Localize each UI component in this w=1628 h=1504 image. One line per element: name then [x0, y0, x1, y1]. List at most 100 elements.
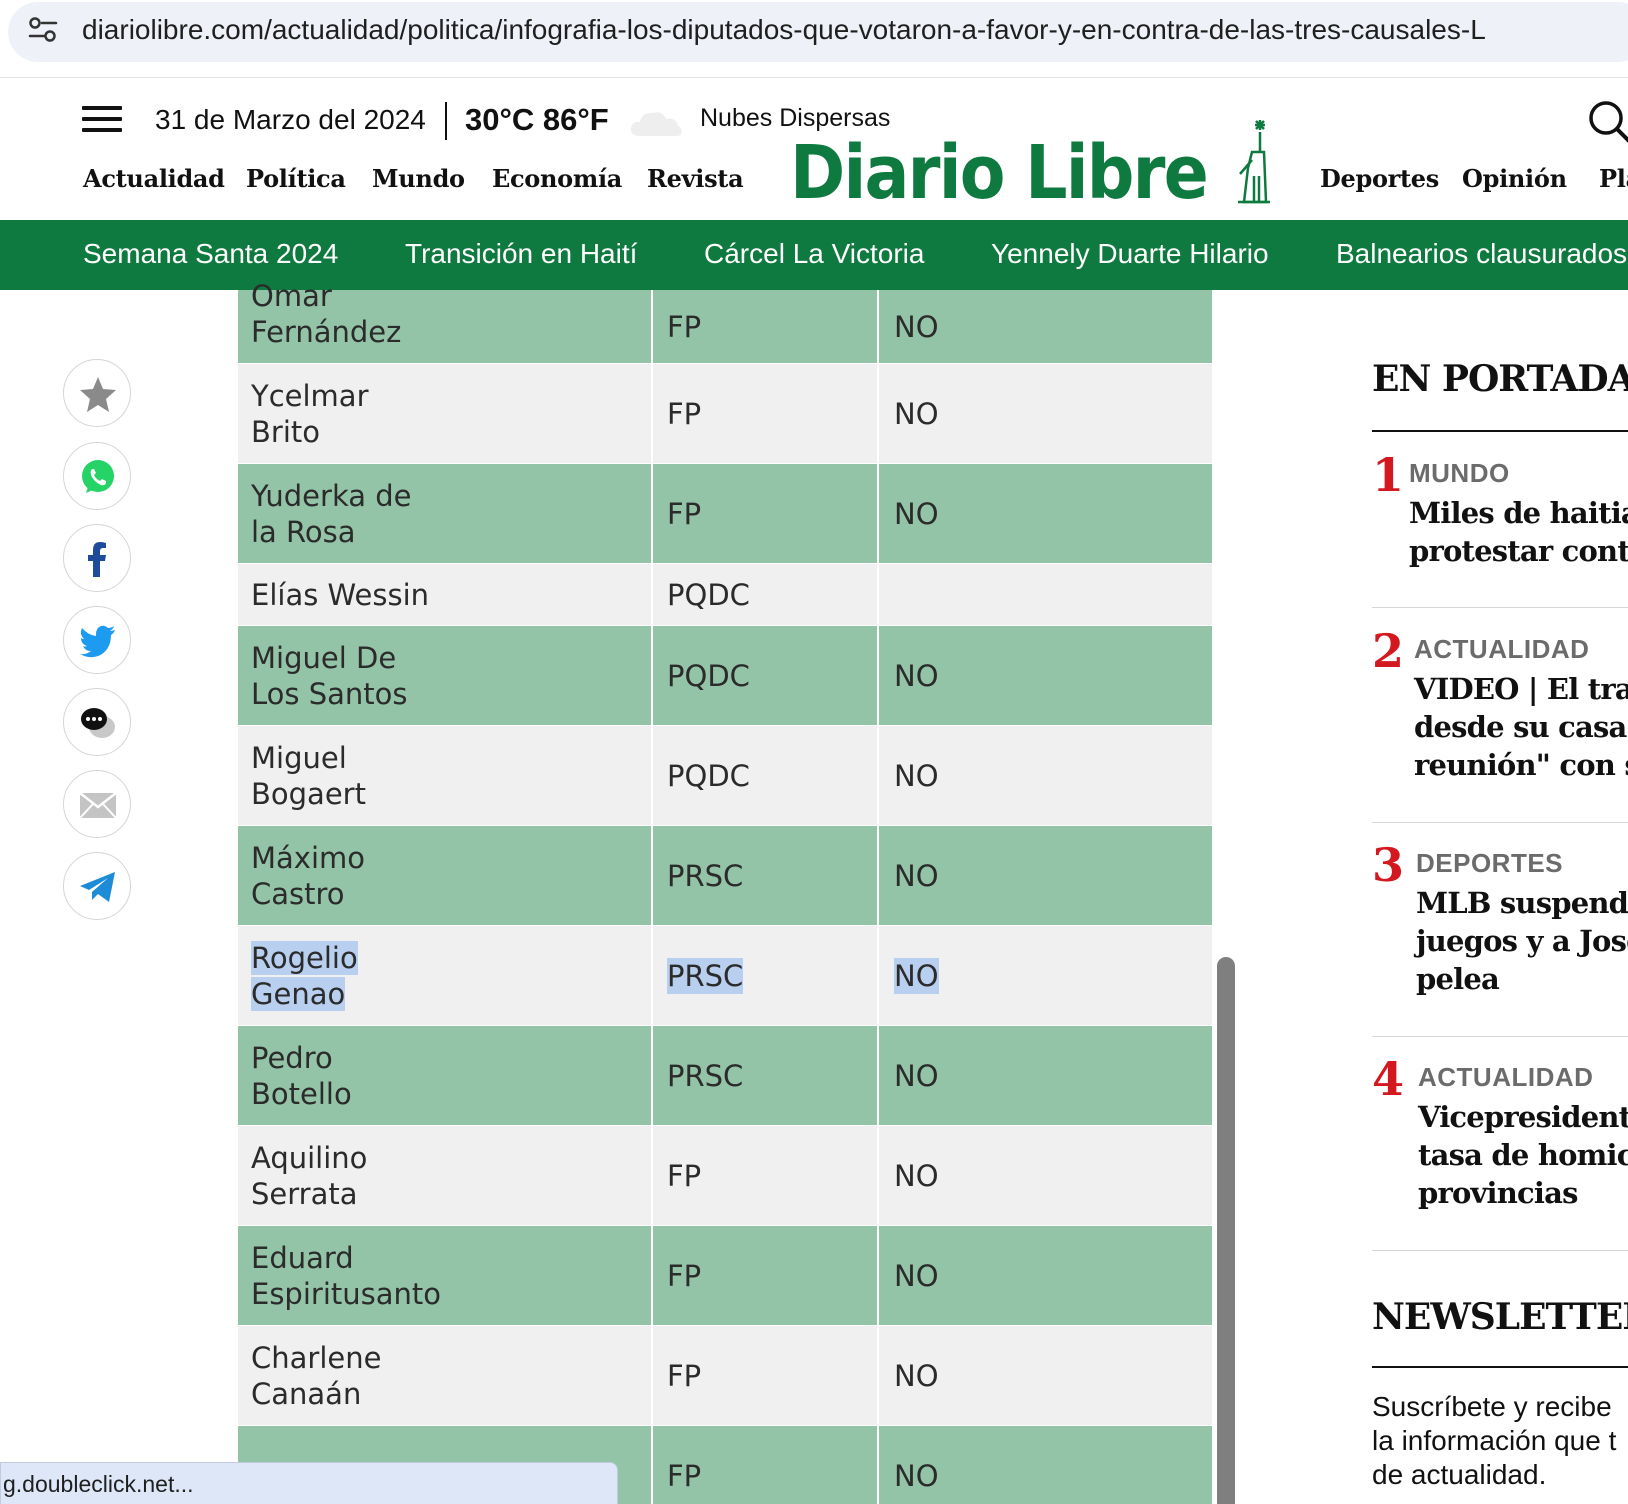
name-cell: Pedro Botello	[238, 1026, 653, 1125]
vote-cell: NO	[879, 626, 1212, 725]
story-3-category[interactable]: DEPORTES	[1416, 848, 1563, 879]
story-1-line-1: Miles de haitian	[1409, 496, 1628, 530]
party-text: PQDC	[667, 658, 750, 693]
vote-cell: NO	[879, 1026, 1212, 1125]
search-icon[interactable]	[1588, 100, 1628, 146]
vote-cell: NO	[879, 926, 1212, 1025]
party-cell: PRSC	[653, 1026, 879, 1125]
table-row: Omar Fernández FP NO	[238, 279, 1212, 364]
whatsapp-button[interactable]	[63, 442, 131, 510]
name-line: Yuderka de	[251, 478, 412, 513]
table-row: Pedro Botello PRSC NO	[238, 1026, 1212, 1126]
vote-cell: NO	[879, 1126, 1212, 1225]
twitter-icon	[80, 625, 115, 658]
page: diariolibre.com/actualidad/politica/info…	[0, 0, 1628, 1504]
header-temperature: 30°C 86°F	[465, 102, 609, 137]
portada-title: EN PORTADA	[1372, 358, 1628, 400]
story-divider	[1372, 607, 1628, 608]
topic-yennely[interactable]: Yennely Duarte Hilario	[991, 238, 1269, 270]
party-text: PQDC	[667, 758, 750, 793]
vote-text: NO	[894, 957, 939, 994]
story-3-headline[interactable]: MLB suspende juegos y a José pelea	[1416, 884, 1628, 998]
site-settings-icon[interactable]	[28, 16, 58, 44]
nav-deportes[interactable]: Deportes	[1320, 164, 1439, 193]
telegram-icon	[80, 872, 115, 902]
favorite-button[interactable]	[63, 359, 131, 427]
vote-text: NO	[894, 658, 939, 693]
topic-haiti[interactable]: Transición en Haití	[405, 238, 637, 270]
nav-more[interactable]: Pla	[1599, 164, 1628, 193]
facebook-button[interactable]	[63, 524, 131, 592]
story-2-headline[interactable]: VIDEO | El tray desde su casa h reunión"…	[1414, 670, 1628, 784]
party-cell: FP	[653, 364, 879, 463]
name-line: Castro	[251, 876, 345, 911]
nav-opinion[interactable]: Opinión	[1462, 164, 1567, 193]
story-4-line-3: provincias	[1418, 1176, 1578, 1210]
party-cell: FP	[653, 290, 879, 363]
party-cell: FP	[653, 1426, 879, 1504]
vote-cell: NO	[879, 1226, 1212, 1325]
story-1-headline[interactable]: Miles de haitian protestar contr	[1409, 494, 1628, 570]
name-line: Rogelio	[251, 940, 358, 975]
twitter-button[interactable]	[63, 606, 131, 674]
votes-table: Omar Fernández FP NO Ycelmar Brito FP NO Yuderka…	[238, 279, 1212, 1504]
table-row: Charlene Canaán FP NO	[238, 1326, 1212, 1426]
comments-button[interactable]	[63, 688, 131, 756]
scrollbar-thumb[interactable]	[1217, 957, 1235, 1504]
topic-balnearios[interactable]: Balnearios clausurados	[1336, 238, 1627, 270]
name-line: Canaán	[251, 1376, 362, 1411]
party-text: FP	[667, 1358, 702, 1393]
header-weather: Nubes Dispersas	[700, 104, 891, 132]
vote-cell: NO	[879, 290, 1212, 363]
story-2-line-3: reunión" con su	[1414, 748, 1628, 782]
topic-semana-santa[interactable]: Semana Santa 2024	[83, 238, 338, 270]
name-line: Brito	[251, 414, 320, 449]
email-button[interactable]	[63, 770, 131, 838]
nav-actualidad[interactable]: Actualidad	[83, 164, 225, 193]
story-2-line-1: VIDEO | El tray	[1414, 672, 1628, 706]
telegram-button[interactable]	[63, 852, 131, 920]
vote-cell: NO	[879, 1326, 1212, 1425]
story-4-line-1: Vicepresidenta	[1418, 1100, 1628, 1134]
story-divider	[1372, 1036, 1628, 1037]
nav-revista[interactable]: Revista	[647, 164, 744, 193]
vote-text: NO	[894, 758, 939, 793]
vote-text: NO	[894, 496, 939, 531]
name-cell: Ycelmar Brito	[238, 364, 653, 463]
topic-carcel[interactable]: Cárcel La Victoria	[704, 238, 924, 270]
party-cell: FP	[653, 1226, 879, 1325]
table-row: Rogelio Genao PRSC NO	[238, 926, 1212, 1026]
nav-mundo[interactable]: Mundo	[372, 164, 465, 193]
name-line: Omar	[251, 278, 332, 313]
story-2-category[interactable]: ACTUALIDAD	[1414, 634, 1589, 665]
name-line: Pedro	[251, 1040, 333, 1075]
menu-icon[interactable]	[82, 106, 122, 136]
topics-bar: Semana Santa 2024 Transición en Haití Cá…	[0, 220, 1628, 290]
whatsapp-icon	[82, 460, 114, 493]
vote-text: NO	[894, 1058, 939, 1093]
logo-figure-icon	[1238, 120, 1270, 204]
url-text[interactable]: diariolibre.com/actualidad/politica/info…	[82, 14, 1486, 46]
name-line: Eduard	[251, 1240, 354, 1275]
address-bar: diariolibre.com/actualidad/politica/info…	[0, 0, 1628, 78]
story-1-line-2: protestar contr	[1409, 534, 1628, 568]
portada-rule	[1372, 430, 1628, 432]
vote-text: NO	[894, 858, 939, 893]
table-row: Eduard Espiritusanto FP NO	[238, 1226, 1212, 1326]
vote-text: NO	[894, 1458, 939, 1493]
story-4-category[interactable]: ACTUALIDAD	[1418, 1062, 1593, 1093]
name-cell: Máximo Castro	[238, 826, 653, 925]
story-4-headline[interactable]: Vicepresidenta tasa de homici provincias	[1418, 1098, 1628, 1212]
name-line: Espiritusanto	[251, 1276, 442, 1311]
name-line: la Rosa	[251, 514, 356, 549]
story-divider	[1372, 1250, 1628, 1251]
site-logo[interactable]: Diario Libre	[790, 136, 1209, 210]
nav-politica[interactable]: Política	[246, 164, 346, 193]
party-cell: FP	[653, 1326, 879, 1425]
header-divider	[445, 102, 447, 140]
story-1-number: 1	[1372, 448, 1405, 502]
nav-economia[interactable]: Economía	[492, 164, 622, 193]
name-line: Los Santos	[251, 676, 408, 711]
name-cell: Miguel De Los Santos	[238, 626, 653, 725]
story-1-category[interactable]: MUNDO	[1409, 458, 1510, 489]
